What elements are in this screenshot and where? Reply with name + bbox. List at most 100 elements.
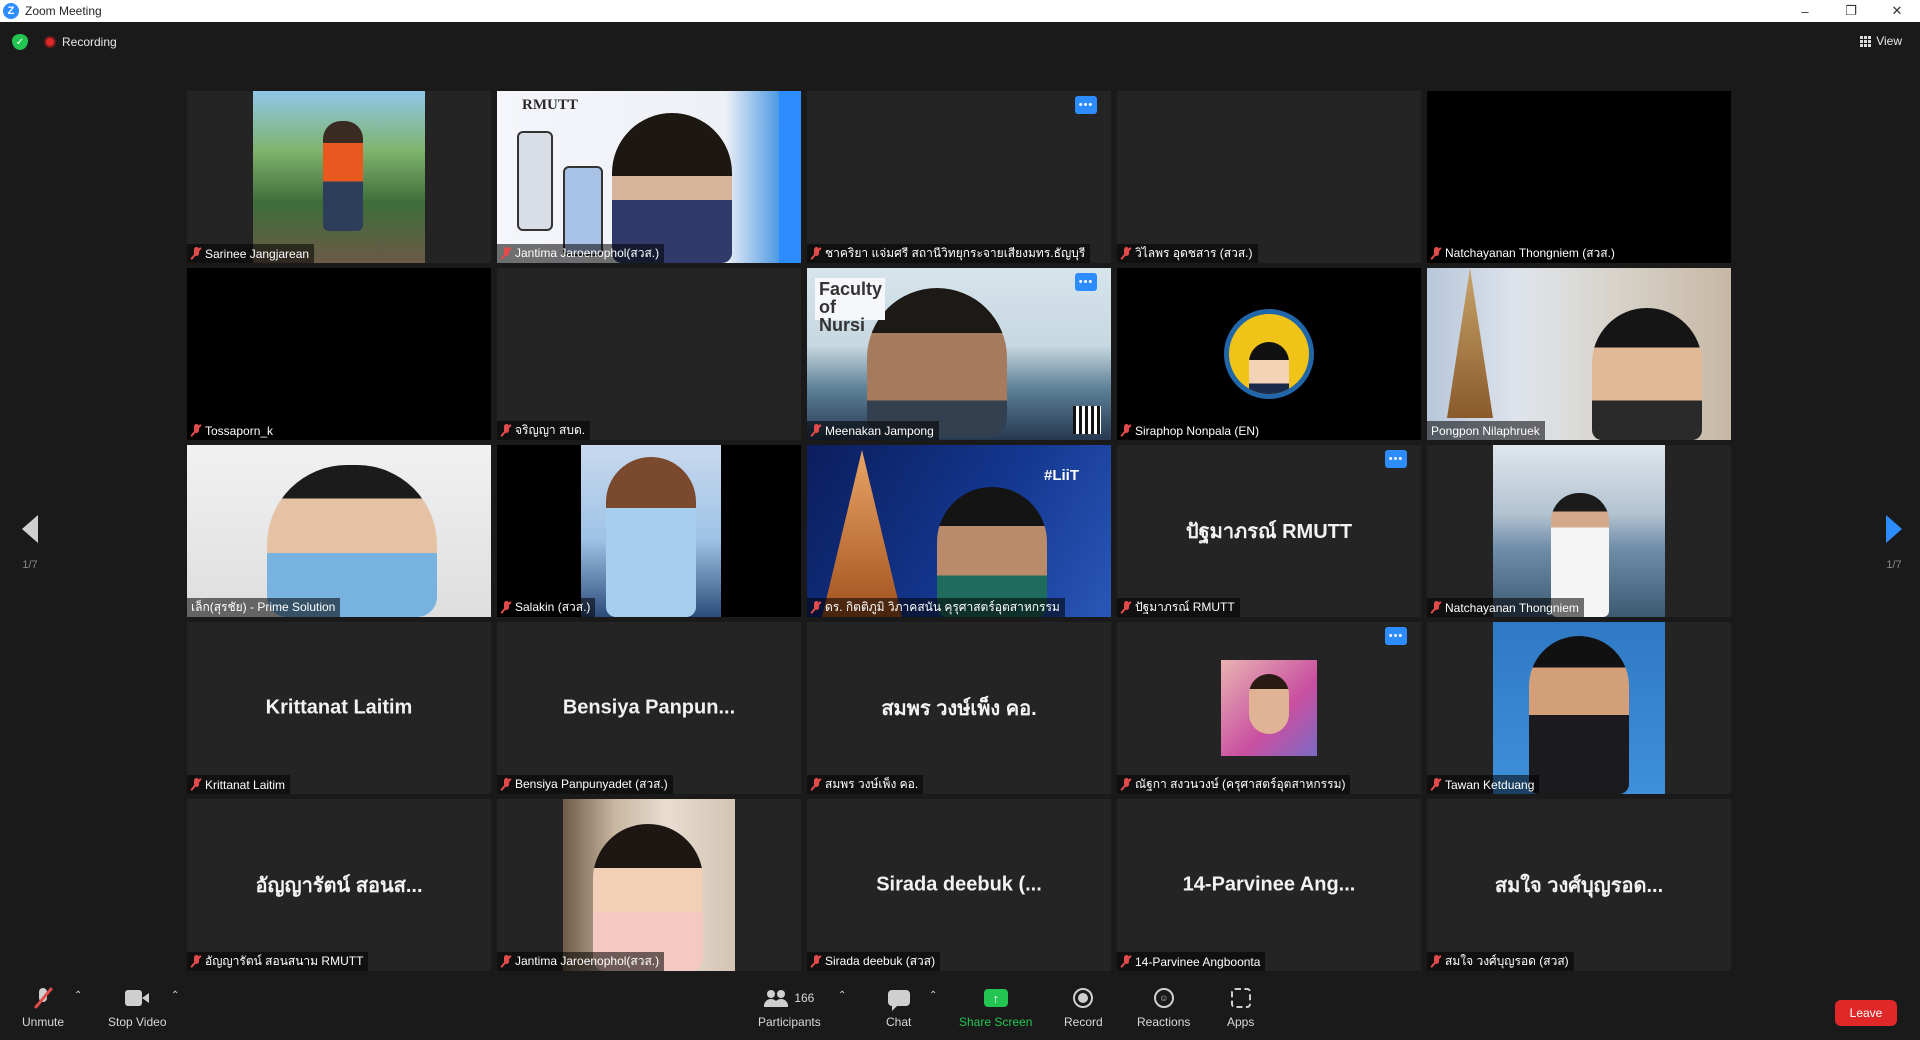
previous-page-arrow-icon[interactable]: [22, 515, 38, 543]
video-tile[interactable]: Krittanat Laitim Krittanat Laitim: [187, 622, 491, 794]
muted-mic-icon: [811, 955, 821, 968]
video-tile[interactable]: อัญญารัตน์ สอนส... อัญญารัตน์ สอนสนาม RM…: [187, 799, 491, 971]
video-tile[interactable]: สมใจ วงศ์บุญรอด... สมใจ วงศ์บุญรอด (สวส): [1427, 799, 1731, 971]
participant-name-label: Jantima Jaroenophol(สวส.): [497, 952, 665, 971]
chat-label: Chat: [886, 1015, 912, 1029]
encryption-shield-icon[interactable]: ✓: [12, 34, 28, 50]
participant-name-label: Meenakan Jampong: [807, 421, 939, 440]
muted-mic-icon: [1121, 247, 1131, 260]
participant-display-name: สมพร วงษ์เพ็ง คอ.: [881, 698, 1037, 720]
participant-name-label: Pongpon Nilaphruek: [1427, 421, 1545, 440]
muted-mic-icon: [1121, 778, 1131, 791]
more-options-button[interactable]: •••: [1075, 273, 1097, 291]
participant-name-label: Tossaporn_k: [187, 421, 279, 440]
video-tile[interactable]: สมพร วงษ์เพ็ง คอ. สมพร วงษ์เพ็ง คอ.: [807, 622, 1111, 794]
unmute-button[interactable]: Unmute: [22, 986, 64, 1029]
participant-display-name: ปัฐมาภรณ์ RMUTT: [1185, 521, 1353, 543]
video-tile[interactable]: จริญญา สบด.: [497, 268, 801, 440]
apps-button[interactable]: Apps: [1227, 986, 1254, 1029]
participant-video: [563, 799, 735, 971]
video-tile-active-speaker[interactable]: Pongpon Nilaphruek: [1427, 268, 1731, 440]
video-tile[interactable]: Sirada deebuk (... Sirada deebuk (สวส): [807, 799, 1111, 971]
video-tile[interactable]: Natchayanan Thongniem: [1427, 445, 1731, 617]
muted-mic-icon: [501, 778, 511, 791]
participant-display-name: Krittanat Laitim: [265, 696, 413, 719]
participant-name: Tawan Ketduang: [1445, 777, 1535, 792]
share-screen-button[interactable]: ↑ Share Screen: [959, 986, 1032, 1029]
participant-name: สมใจ วงศ์บุญรอด (สวส): [1445, 954, 1569, 968]
share-screen-arrow-icon: ↑: [983, 989, 1008, 1007]
participant-name: อัญญารัตน์ สอนสนาม RMUTT: [205, 954, 364, 968]
video-tile[interactable]: วิไลพร อุดชสาร (สวส.): [1117, 91, 1421, 263]
muted-mic-icon: [1121, 601, 1131, 614]
stop-video-button[interactable]: Stop Video: [108, 986, 167, 1029]
qr-code-icon: [1073, 406, 1101, 434]
close-button[interactable]: ✕: [1874, 0, 1920, 22]
video-tile[interactable]: ••• ณัฐกา สงวนวงษ์ (ครุศาสตร์อุตสาหกรรม): [1117, 622, 1421, 794]
participant-name-label: Natchayanan Thongniem (สวส.): [1427, 244, 1620, 263]
participant-display-name: สมใจ วงศ์บุญรอด...: [1494, 875, 1664, 897]
video-tile[interactable]: ••• ชาคริยา แจ่มศรี สถานีวิทยุกระจายเสีย…: [807, 91, 1111, 263]
next-page-arrow-icon[interactable]: [1886, 515, 1902, 543]
video-tile[interactable]: Tossaporn_k: [187, 268, 491, 440]
more-options-button[interactable]: •••: [1075, 96, 1097, 114]
video-tile[interactable]: #LiiT ดร. กิตติภูมิ วิภาคสนัน คุรุศาสตร์…: [807, 445, 1111, 617]
participant-name-label: Bensiya Panpunyadet (สวส.): [497, 775, 673, 794]
participant-name-label: Jantima Jaroenophol(สวส.): [497, 244, 665, 263]
more-options-button[interactable]: •••: [1385, 450, 1407, 468]
video-tile[interactable]: Faculty of Nursi ••• Meenakan Jampong: [807, 268, 1111, 440]
restore-button[interactable]: ❐: [1828, 0, 1874, 22]
video-options-caret-icon[interactable]: ⌃: [171, 990, 179, 1001]
participant-video: RMUTT: [497, 91, 801, 263]
window-controls: – ❐ ✕: [1782, 0, 1920, 22]
next-page-nav: 1/7: [1874, 515, 1914, 571]
participant-display-name: อัญญารัตน์ สอนส...: [255, 875, 423, 897]
video-tile[interactable]: Tawan Ketduang: [1427, 622, 1731, 794]
leave-button[interactable]: Leave: [1835, 1000, 1897, 1026]
participant-name: Siraphop Nonpala (EN): [1135, 423, 1260, 438]
muted-mic-icon: [191, 424, 201, 437]
video-tile[interactable]: RMUTT Jantima Jaroenophol(สวส.): [497, 91, 801, 263]
video-tile[interactable]: Sarinee Jangjarean: [187, 91, 491, 263]
unmute-label: Unmute: [22, 1015, 65, 1029]
video-tile[interactable]: Salakin (สวส.): [497, 445, 801, 617]
faculty-banner-text: Faculty of Nursi: [815, 278, 885, 334]
participant-name-label: ณัฐกา สงวนวงษ์ (ครุศาสตร์อุตสาหกรรม): [1117, 775, 1351, 794]
video-tile[interactable]: Bensiya Panpun... Bensiya Panpunyadet (ส…: [497, 622, 801, 794]
participants-button[interactable]: 166 Participants: [758, 986, 821, 1029]
muted-mic-icon: [1121, 424, 1131, 437]
muted-mic-icon: [1431, 601, 1441, 614]
video-tile[interactable]: ปัฐมาภรณ์ RMUTT ••• ปัฐมาภรณ์ RMUTT: [1117, 445, 1421, 617]
participants-options-caret-icon[interactable]: ⌃: [838, 990, 846, 1001]
video-tile[interactable]: Natchayanan Thongniem (สวส.): [1427, 91, 1731, 263]
meeting-controls-toolbar: Unmute ⌃ Stop Video ⌃ 166 Participants ⌃…: [0, 976, 1920, 1040]
previous-page-nav: 1/7: [10, 515, 50, 571]
muted-mic-icon: [1431, 955, 1441, 968]
audio-options-caret-icon[interactable]: ⌃: [74, 990, 82, 1001]
video-tile[interactable]: 14-Parvinee Ang... 14-Parvinee Angboonta: [1117, 799, 1421, 971]
participant-video: [1427, 268, 1731, 440]
chat-button[interactable]: Chat: [886, 986, 911, 1029]
profile-picture: [1493, 622, 1665, 794]
minimize-button[interactable]: –: [1782, 0, 1828, 22]
video-tile[interactable]: เล็ก(สุรชัย) - Prime Solution: [187, 445, 491, 617]
view-button[interactable]: View: [1860, 34, 1902, 48]
participant-name: Natchayanan Thongniem: [1445, 600, 1579, 615]
more-options-button[interactable]: •••: [1385, 627, 1407, 645]
record-label: Record: [1064, 1015, 1103, 1029]
participant-video: #LiiT: [807, 445, 1111, 617]
stop-video-label: Stop Video: [108, 1015, 167, 1029]
apps-label: Apps: [1227, 1015, 1255, 1029]
participant-name: Jantima Jaroenophol(สวส.): [515, 954, 660, 968]
chat-options-caret-icon[interactable]: ⌃: [929, 990, 937, 1001]
participant-name: Krittanat Laitim: [205, 777, 286, 792]
recording-indicator[interactable]: Recording: [44, 34, 117, 50]
reactions-button[interactable]: ☺ Reactions: [1137, 986, 1190, 1029]
title-bar: Z Zoom Meeting – ❐ ✕: [0, 0, 1920, 22]
muted-mic-icon: [191, 955, 201, 968]
video-tile[interactable]: Jantima Jaroenophol(สวส.): [497, 799, 801, 971]
page-indicator-left: 1/7: [22, 559, 38, 571]
video-tile[interactable]: Siraphop Nonpala (EN): [1117, 268, 1421, 440]
record-button[interactable]: Record: [1064, 986, 1103, 1029]
reactions-label: Reactions: [1137, 1015, 1191, 1029]
